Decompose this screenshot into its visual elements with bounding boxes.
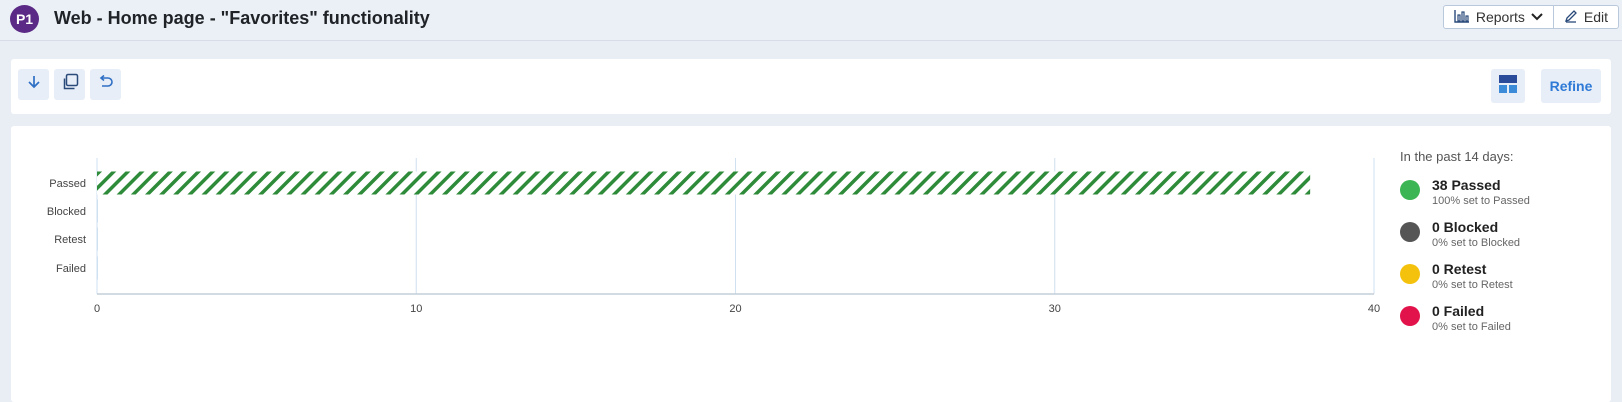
legend-sub: 0% set to Failed — [1432, 321, 1511, 333]
x-tick-label: 40 — [1368, 303, 1380, 315]
failed-dot-icon — [1400, 306, 1420, 326]
y-tick-label: Blocked — [47, 206, 86, 218]
y-tick-label: Retest — [54, 234, 86, 246]
y-tick-label: Failed — [56, 263, 86, 275]
legend-title: In the past 14 days: — [1400, 149, 1514, 164]
passed-dot-icon — [1400, 180, 1420, 200]
chart-y-labels: Passed Blocked Retest Failed — [47, 178, 86, 275]
legend: In the past 14 days: 38 Passed 100% set … — [1400, 149, 1530, 345]
legend-count: 0 Failed — [1432, 303, 1485, 319]
bar-retest — [97, 227, 98, 251]
chart-x-labels: 0 10 20 30 40 — [94, 303, 1380, 315]
legend-item-blocked: 0 Blocked 0% set to Blocked — [1400, 219, 1530, 261]
status-bar-chart: Passed Blocked Retest Failed 0 10 20 30 40 — [47, 158, 1380, 315]
blocked-dot-icon — [1400, 222, 1420, 242]
chart-bars — [97, 171, 1311, 280]
bar-failed — [97, 256, 98, 280]
legend-item-retest: 0 Retest 0% set to Retest — [1400, 261, 1530, 303]
bar-blocked — [97, 199, 98, 223]
y-tick-label: Passed — [49, 178, 86, 190]
legend-item-passed: 38 Passed 100% set to Passed — [1400, 177, 1530, 219]
legend-sub: 100% set to Passed — [1432, 195, 1530, 207]
legend-count: 0 Blocked — [1432, 219, 1499, 235]
x-tick-label: 20 — [729, 303, 741, 315]
legend-count: 0 Retest — [1432, 261, 1487, 277]
x-tick-label: 10 — [410, 303, 422, 315]
bar-passed — [97, 171, 1311, 195]
x-tick-label: 0 — [94, 303, 100, 315]
legend-item-failed: 0 Failed 0% set to Failed — [1400, 303, 1530, 345]
retest-dot-icon — [1400, 264, 1420, 284]
legend-sub: 0% set to Blocked — [1432, 237, 1521, 249]
legend-count: 38 Passed — [1432, 177, 1501, 193]
x-tick-label: 30 — [1049, 303, 1061, 315]
legend-sub: 0% set to Retest — [1432, 279, 1513, 291]
